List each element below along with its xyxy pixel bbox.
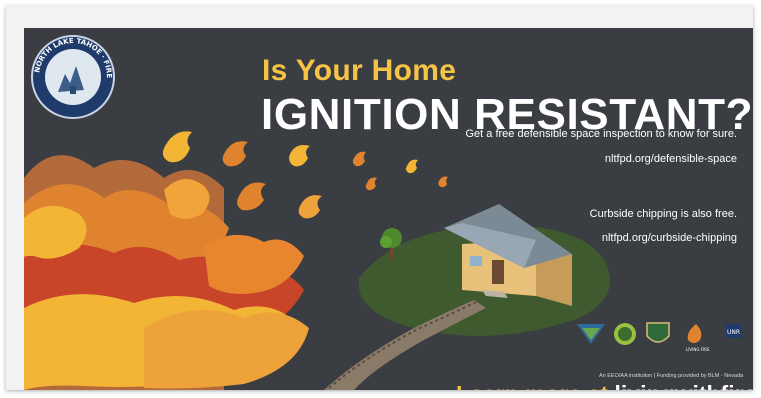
poster-board: NORTH LAKE TAHOE · FIRE DISTRICT xyxy=(24,28,753,390)
inspection-text: Get a free defensible space inspection t… xyxy=(465,128,738,140)
living-with-fire-logo: LIVING FIRE xyxy=(686,324,710,352)
inspection-url: nltfpd.org/defensible-space xyxy=(604,153,737,165)
extension-logo: UNR xyxy=(726,324,741,338)
poster-frame: NORTH LAKE TAHOE · FIRE DISTRICT xyxy=(6,6,753,390)
flames-illustration xyxy=(24,155,309,390)
cta-site: livingwithfire.com xyxy=(615,381,754,390)
chipping-url: nltfpd.org/curbside-chipping xyxy=(601,232,737,244)
blm-logo xyxy=(577,324,605,344)
headline-line1: Is Your Home xyxy=(262,54,457,87)
eeo-notice: An EEO/AA institution | Funding provided… xyxy=(599,373,744,379)
svg-text:LIVING FIRE: LIVING FIRE xyxy=(686,347,710,352)
partner-logos: LIVING FIRE UNR xyxy=(577,322,741,352)
chipping-text: Curbside chipping is also free. xyxy=(589,208,737,220)
forest-logo xyxy=(614,323,636,345)
svg-text:UNR: UNR xyxy=(727,329,740,336)
fire-district-seal: NORTH LAKE TAHOE · FIRE DISTRICT xyxy=(24,28,115,119)
call-to-action: Learn more at livingwithfire.com xyxy=(456,381,753,390)
cta-prefix: Learn more at xyxy=(456,381,615,390)
usfs-shield-logo xyxy=(646,322,670,343)
